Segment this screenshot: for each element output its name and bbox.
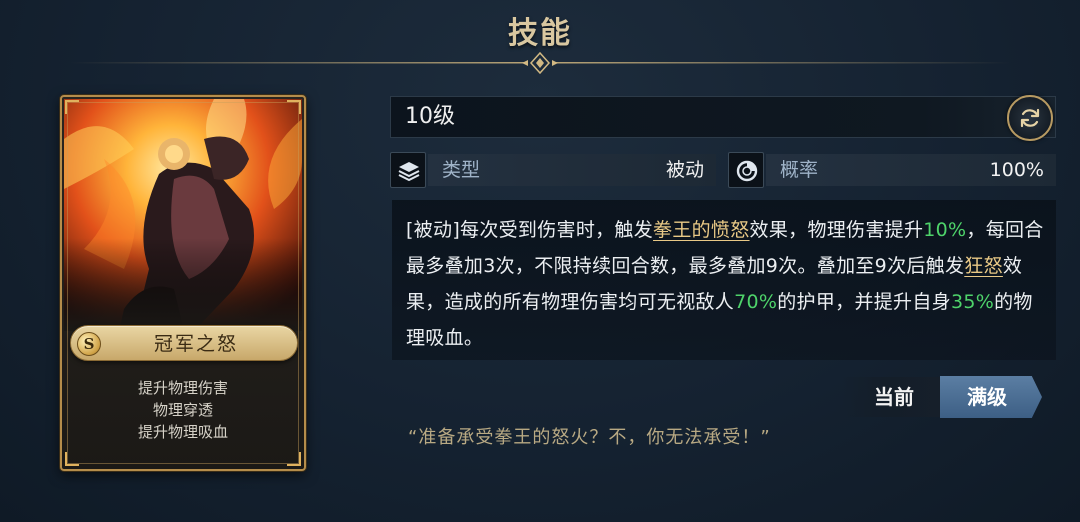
description-text: 效果，物理伤害提升 xyxy=(749,219,924,241)
stat-chance: 概率 100% xyxy=(728,152,1056,188)
highlight-value: 70% xyxy=(734,291,778,313)
stat-chance-value: 100% xyxy=(989,159,1044,181)
skill-effect: 提升物理吸血 xyxy=(137,423,228,441)
skill-card-art xyxy=(64,99,302,331)
page-title: 技能 xyxy=(508,16,572,51)
refresh-button[interactable] xyxy=(1007,95,1053,141)
stat-type-label: 类型 xyxy=(442,159,481,181)
max-level-button[interactable]: 满级 xyxy=(940,376,1042,418)
card-corner-ornament xyxy=(65,452,79,466)
effect-link-fist-king-wrath[interactable]: 拳王的愤怒 xyxy=(653,219,750,241)
stat-type-value: 被动 xyxy=(665,159,704,181)
skill-effects-list: 提升物理伤害 物理穿透 提升物理吸血 xyxy=(62,377,304,443)
layers-icon xyxy=(390,152,426,188)
description-text: 的护甲，并提升自身 xyxy=(777,291,951,313)
highlight-value: 35% xyxy=(950,291,995,313)
skill-quote: “准备承受拳王的怒火？不，你无法承受！” xyxy=(408,427,771,448)
description-text: [被动]每次受到伤害时，触发 xyxy=(406,219,654,241)
stat-type: 类型 被动 xyxy=(390,152,716,188)
card-corner-ornament xyxy=(65,100,79,114)
refresh-icon xyxy=(1020,108,1040,128)
level-bar: 10级 xyxy=(390,95,1056,141)
title-divider xyxy=(70,51,1010,75)
skill-effect: 提升物理伤害 xyxy=(137,379,228,397)
skill-name: 冠军之怒 xyxy=(153,333,238,355)
card-corner-ornament xyxy=(287,452,301,466)
grade-badge: S xyxy=(77,332,101,356)
skill-card: S 冠军之怒 提升物理伤害 物理穿透 提升物理吸血 xyxy=(60,95,306,471)
card-corner-ornament xyxy=(287,100,301,114)
current-level-button[interactable]: 当前 xyxy=(842,377,946,417)
skill-description: [被动]每次受到伤害时，触发拳王的愤怒效果，物理伤害提升10%，每回合最多叠加3… xyxy=(406,212,1051,356)
skill-effect: 物理穿透 xyxy=(152,401,213,419)
stat-chance-label: 概率 xyxy=(780,159,819,181)
highlight-value: 10% xyxy=(923,219,967,241)
skill-name-banner: S 冠军之怒 xyxy=(70,325,298,361)
pie-chart-icon xyxy=(728,152,764,188)
effect-link-rage[interactable]: 狂怒 xyxy=(964,255,1003,277)
skill-level: 10级 xyxy=(405,104,455,129)
